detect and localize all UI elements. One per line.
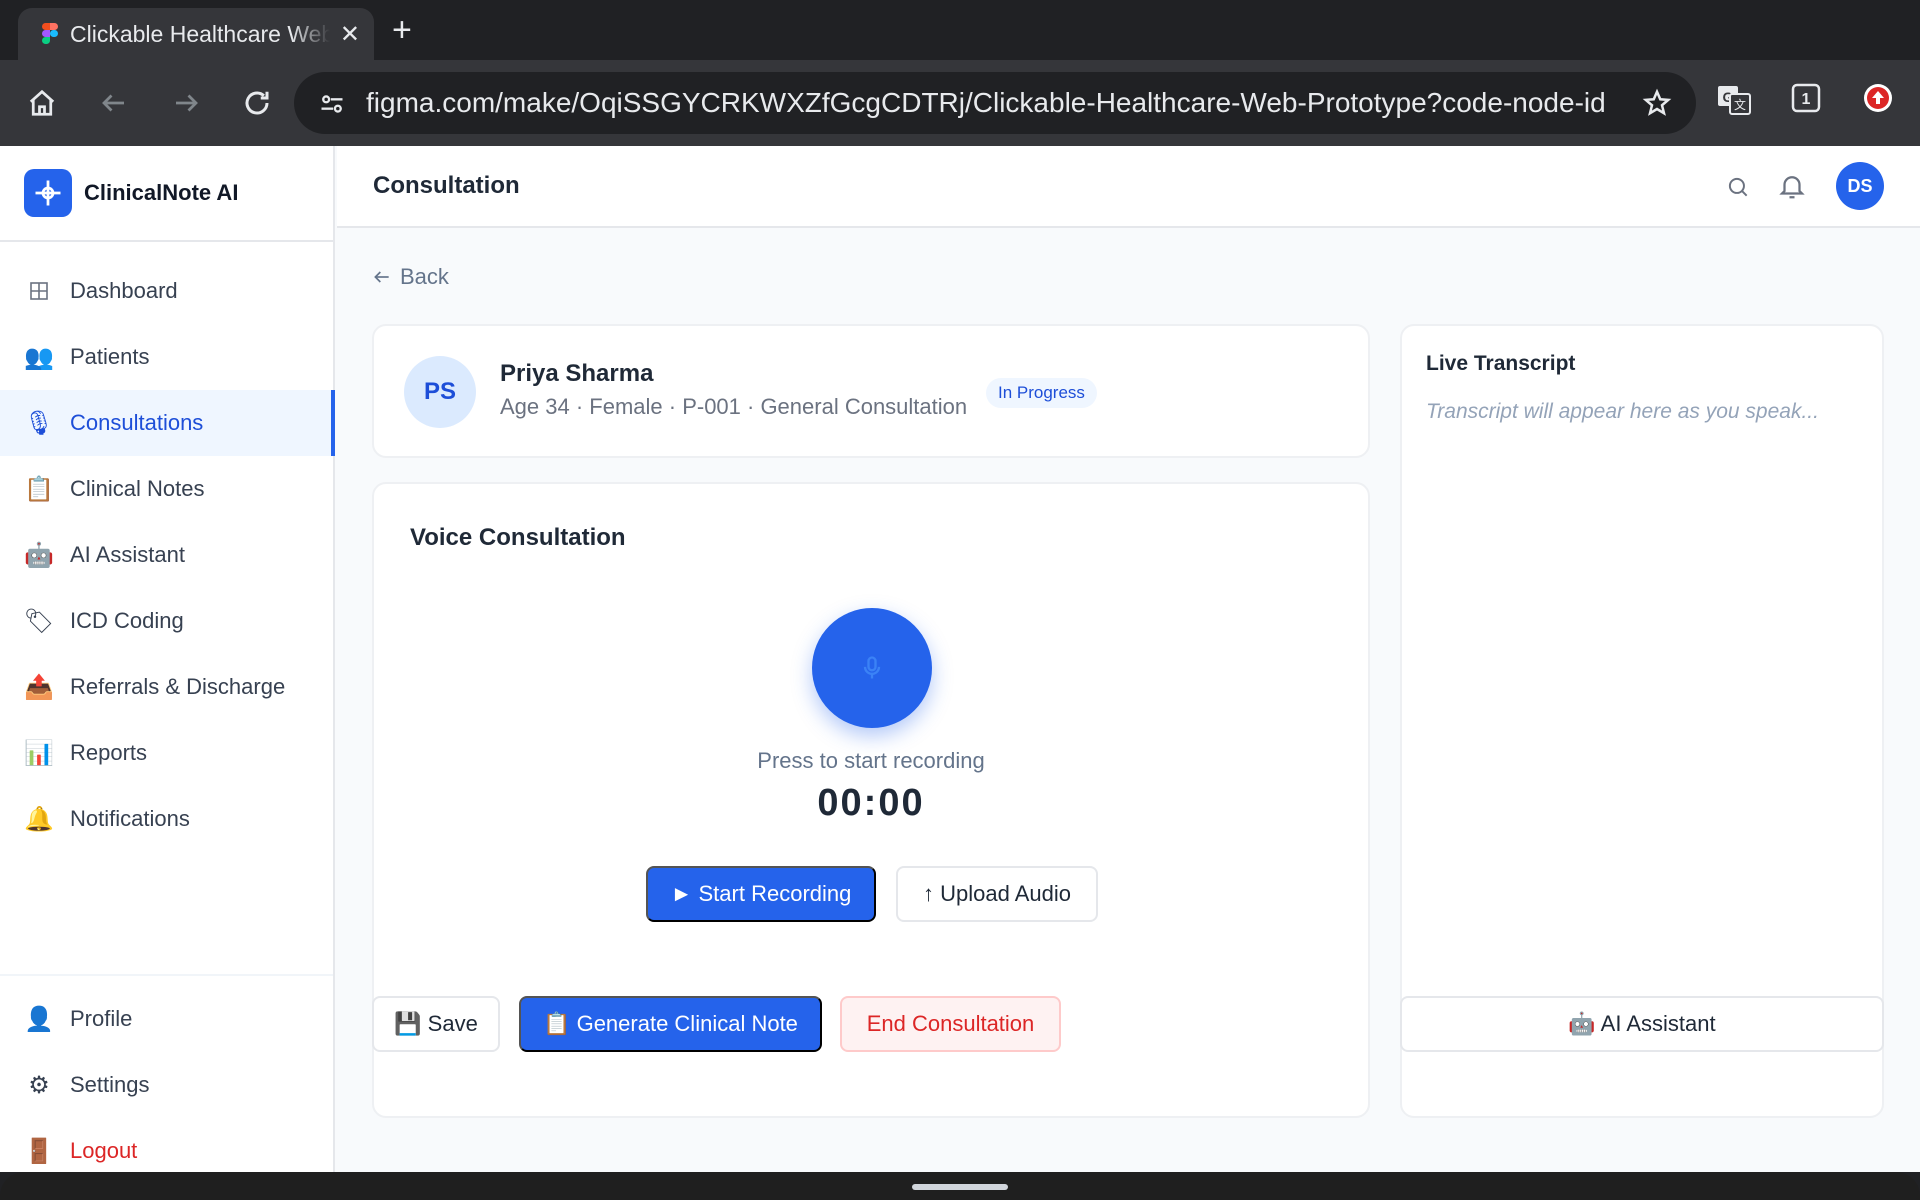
outbox-icon: 📤: [24, 673, 54, 701]
svg-text:文: 文: [1734, 97, 1746, 112]
tab-count: 1: [1802, 91, 1811, 108]
gesture-handle[interactable]: [912, 1184, 1008, 1190]
sidebar-item-label: Reports: [70, 740, 148, 765]
patient-avatar: PS: [404, 356, 476, 428]
patient-card: PS Priya Sharma Age 34 · Female · P-001 …: [372, 324, 1370, 458]
voice-card-title: Voice Consultation: [410, 524, 626, 551]
tab-count-icon[interactable]: 1: [1790, 82, 1822, 119]
new-tab-icon[interactable]: +: [392, 12, 412, 48]
record-button[interactable]: [812, 608, 932, 728]
recording-hint: Press to start recording: [757, 748, 985, 773]
sidebar-bottom-nav: 👤 Profile ⚙ Settings 🚪 Logout: [0, 974, 333, 1184]
start-recording-button[interactable]: ► Start Recording: [646, 866, 876, 922]
system-bottom-bar: [0, 1172, 1920, 1200]
sidebar-item-ai-assistant[interactable]: 🤖 AI Assistant: [0, 522, 333, 588]
translate-icon[interactable]: G文: [1716, 82, 1752, 123]
figma-icon: [42, 23, 58, 45]
upload-audio-button[interactable]: ↑ Upload Audio: [896, 866, 1098, 922]
close-tab-icon[interactable]: ✕: [340, 20, 360, 49]
sidebar-item-label: Dashboard: [70, 278, 178, 303]
sidebar: ClinicalNote AI Dashboard 👥 Patients 🎙 C…: [0, 146, 335, 1172]
brand[interactable]: ClinicalNote AI: [0, 146, 333, 242]
bookmark-star-icon[interactable]: [1642, 88, 1672, 123]
search-icon[interactable]: [1725, 174, 1751, 205]
sidebar-item-dashboard[interactable]: Dashboard: [0, 258, 333, 324]
door-icon: 🚪: [24, 1137, 54, 1165]
profile-update-icon[interactable]: [1862, 82, 1894, 119]
people-icon: 👥: [24, 343, 54, 371]
bell-icon: 🔔: [24, 805, 54, 833]
sidebar-item-patients[interactable]: 👥 Patients: [0, 324, 333, 390]
generate-clinical-note-button[interactable]: 📋 Generate Clinical Note: [519, 996, 822, 1052]
save-button[interactable]: 💾 Save: [372, 996, 500, 1052]
user-avatar[interactable]: DS: [1836, 162, 1884, 210]
end-consultation-button[interactable]: End Consultation: [840, 996, 1061, 1052]
browser-tab[interactable]: Clickable Healthcare Web Prototype ✕: [18, 8, 374, 60]
tag-icon: 🏷: [23, 607, 55, 635]
sidebar-item-label: Patients: [70, 344, 150, 369]
robot-icon: 🤖: [24, 541, 54, 569]
reload-icon[interactable]: [234, 80, 280, 126]
sidebar-item-label: Settings: [70, 1072, 150, 1097]
sidebar-item-label: Logout: [70, 1138, 138, 1163]
sidebar-item-label: Profile: [70, 1006, 133, 1031]
home-icon[interactable]: [19, 80, 65, 126]
back-arrow-icon[interactable]: [91, 80, 137, 126]
sidebar-item-label: Referrals & Discharge: [70, 674, 286, 699]
site-settings-icon[interactable]: [318, 90, 346, 123]
clipboard-icon: 📋: [24, 475, 54, 503]
transcript-placeholder: Transcript will appear here as you speak…: [1426, 400, 1819, 423]
back-label: Back: [400, 264, 449, 289]
sidebar-item-label: Consultations: [70, 410, 204, 435]
sidebar-item-profile[interactable]: 👤 Profile: [0, 986, 333, 1052]
sidebar-item-icd-coding[interactable]: 🏷 ICD Coding: [0, 588, 333, 654]
browser-toolbar: figma.com/make/OqiSSGYCRKWXZfGcgCDTRj/Cl…: [0, 60, 1920, 146]
sidebar-item-label: ICD Coding: [70, 608, 184, 633]
tab-title: Clickable Healthcare Web Prototype: [70, 20, 330, 47]
sidebar-item-label: Notifications: [70, 806, 190, 831]
patient-meta: Age 34 · Female · P-001 · General Consul…: [500, 394, 968, 419]
bar-chart-icon: 📊: [24, 739, 54, 767]
sidebar-item-referrals[interactable]: 📤 Referrals & Discharge: [0, 654, 333, 720]
address-bar[interactable]: figma.com/make/OqiSSGYCRKWXZfGcgCDTRj/Cl…: [294, 72, 1696, 134]
microphone-icon: 🎙: [23, 409, 55, 437]
stethoscope-logo-icon: [24, 169, 72, 217]
app-root: ClinicalNote AI Dashboard 👥 Patients 🎙 C…: [0, 146, 1920, 1172]
page-title: Consultation: [373, 172, 520, 199]
sidebar-item-settings[interactable]: ⚙ Settings: [0, 1052, 333, 1118]
browser-tab-bar: Clickable Healthcare Web Prototype ✕ +: [0, 0, 1920, 60]
gear-icon: ⚙: [28, 1071, 50, 1099]
sidebar-item-label: Clinical Notes: [70, 476, 205, 501]
arrow-left-icon: [374, 271, 389, 283]
sidebar-item-label: AI Assistant: [70, 542, 185, 567]
grid-icon: [24, 276, 54, 306]
transcript-title: Live Transcript: [1426, 352, 1576, 375]
microphone-icon: [863, 656, 881, 679]
patient-name: Priya Sharma: [500, 360, 654, 387]
sidebar-item-clinical-notes[interactable]: 📋 Clinical Notes: [0, 456, 333, 522]
back-link[interactable]: Back: [372, 264, 449, 290]
brand-name: ClinicalNote AI: [84, 180, 239, 205]
sidebar-nav: Dashboard 👥 Patients 🎙 Consultations 📋 C…: [0, 258, 335, 852]
sidebar-item-notifications[interactable]: 🔔 Notifications: [0, 786, 333, 852]
recording-timer: 00:00: [817, 782, 925, 824]
ai-assistant-button[interactable]: 🤖 AI Assistant: [1400, 996, 1884, 1052]
person-icon: 👤: [24, 1005, 54, 1033]
top-header: Consultation DS: [337, 146, 1920, 228]
sidebar-item-consultations[interactable]: 🎙 Consultations: [0, 390, 335, 456]
status-badge: In Progress: [986, 378, 1097, 408]
forward-arrow-icon[interactable]: [163, 80, 209, 126]
url-text[interactable]: figma.com/make/OqiSSGYCRKWXZfGcgCDTRj/Cl…: [366, 87, 1606, 119]
notification-bell-icon[interactable]: [1777, 170, 1807, 207]
sidebar-item-reports[interactable]: 📊 Reports: [0, 720, 333, 786]
